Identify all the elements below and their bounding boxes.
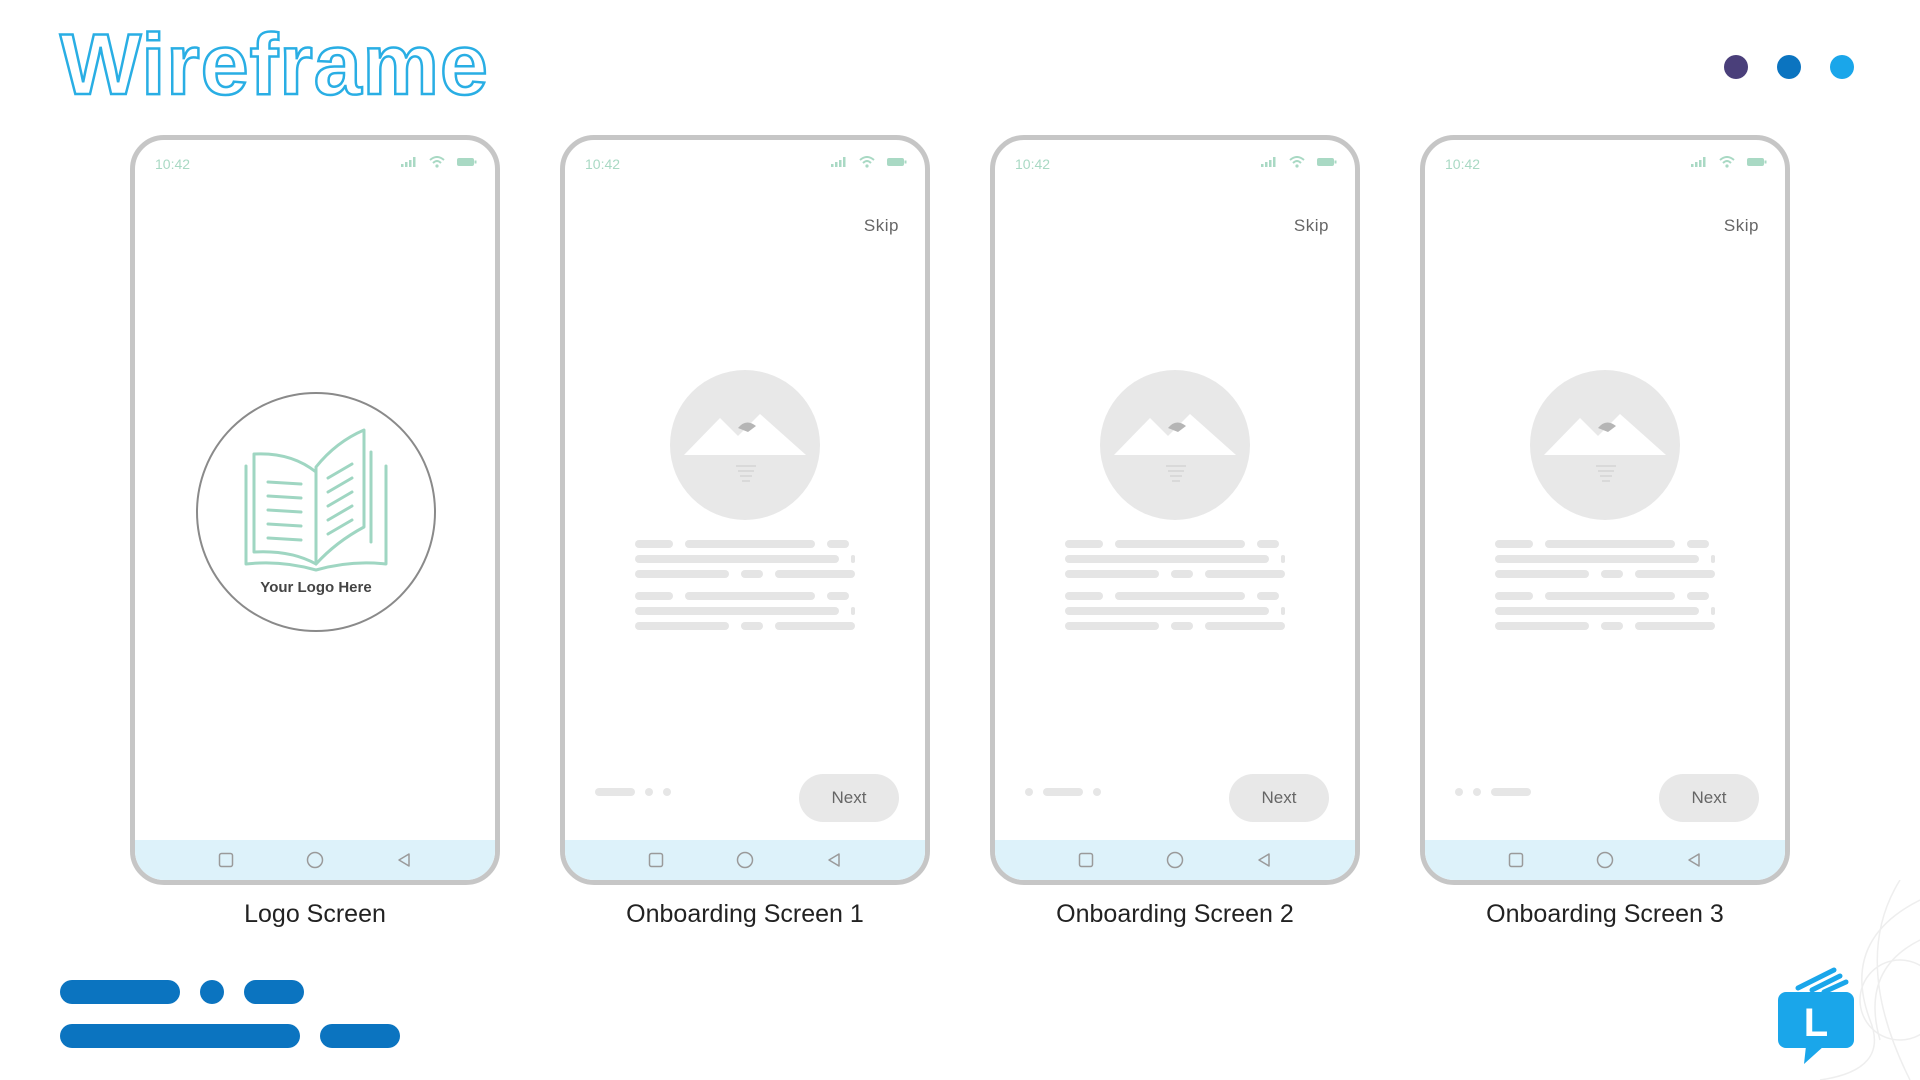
phone-caption: Logo Screen — [244, 900, 386, 928]
back-icon[interactable] — [1256, 852, 1272, 868]
signal-icon — [1261, 157, 1276, 167]
wifi-icon — [429, 156, 445, 168]
status-bar: 10:42 — [155, 156, 477, 174]
status-time: 10:42 — [1445, 156, 1481, 172]
home-icon[interactable] — [736, 851, 754, 869]
deco-bar — [60, 980, 180, 1004]
home-icon[interactable] — [1166, 851, 1184, 869]
status-time: 10:42 — [155, 156, 191, 172]
recent-apps-icon[interactable] — [1508, 852, 1524, 868]
deco-bar — [320, 1024, 400, 1048]
recent-apps-icon[interactable] — [218, 852, 234, 868]
status-time: 10:42 — [585, 156, 621, 172]
skip-link[interactable]: Skip — [1724, 216, 1759, 236]
back-icon[interactable] — [826, 852, 842, 868]
phone-onboarding-3: 10:42 Skip Next Onboarding Screen 3 — [1420, 135, 1790, 928]
phone-onboarding-2: 10:42 Skip Next Onboarding Screen 2 — [990, 135, 1360, 928]
text-placeholder — [1065, 540, 1285, 644]
phone-frame: 10:42 Your Logo Here — [130, 135, 500, 885]
system-nav-bar — [995, 840, 1355, 880]
logo-placeholder: Your Logo Here — [196, 392, 436, 632]
phone-frame: 10:42 Skip Next — [990, 135, 1360, 885]
chat-bubble-logo-icon: L — [1778, 967, 1854, 1064]
next-button[interactable]: Next — [1229, 774, 1329, 822]
phone-onboarding-1: 10:42 Skip Next Onboarding Screen 1 — [560, 135, 930, 928]
home-icon[interactable] — [306, 851, 324, 869]
recent-apps-icon[interactable] — [1078, 852, 1094, 868]
image-placeholder-icon — [670, 370, 820, 520]
page-indicator — [1025, 788, 1101, 796]
text-placeholder — [1495, 540, 1715, 644]
phone-frame: 10:42 Skip Next — [1420, 135, 1790, 885]
battery-icon — [457, 158, 477, 166]
status-bar: 10:42 — [1015, 156, 1337, 174]
status-bar: 10:42 — [585, 156, 907, 174]
image-placeholder-icon — [1530, 370, 1680, 520]
phone-frame: 10:42 Skip Next — [560, 135, 930, 885]
phone-caption: Onboarding Screen 3 — [1486, 900, 1724, 928]
status-time: 10:42 — [1015, 156, 1051, 172]
logo-placeholder-text: Your Logo Here — [260, 579, 372, 596]
deco-bar — [60, 1024, 300, 1048]
wifi-icon — [1289, 156, 1305, 168]
system-nav-bar — [135, 840, 495, 880]
next-button[interactable]: Next — [1659, 774, 1759, 822]
phone-caption: Onboarding Screen 1 — [626, 900, 864, 928]
page-indicator — [1455, 788, 1531, 796]
phone-logo-screen: 10:42 Your Logo Here Logo Screen — [130, 135, 500, 928]
battery-icon — [1317, 158, 1337, 166]
wifi-icon — [1719, 156, 1735, 168]
deco-bar — [244, 980, 304, 1004]
recent-apps-icon[interactable] — [648, 852, 664, 868]
back-icon[interactable] — [396, 852, 412, 868]
page-indicator — [595, 788, 671, 796]
home-icon[interactable] — [1596, 851, 1614, 869]
wifi-icon — [859, 156, 875, 168]
skip-link[interactable]: Skip — [864, 216, 899, 236]
open-book-icon — [244, 428, 388, 572]
back-icon[interactable] — [1686, 852, 1702, 868]
skip-link[interactable]: Skip — [1294, 216, 1329, 236]
system-nav-bar — [1425, 840, 1785, 880]
status-bar: 10:42 — [1445, 156, 1767, 174]
brand-letter: L — [1804, 1001, 1828, 1045]
system-nav-bar — [565, 840, 925, 880]
signal-icon — [1691, 157, 1706, 167]
battery-icon — [887, 158, 907, 166]
phone-caption: Onboarding Screen 2 — [1056, 900, 1294, 928]
image-placeholder-icon — [1100, 370, 1250, 520]
signal-icon — [831, 157, 846, 167]
deco-dot — [200, 980, 224, 1004]
battery-icon — [1747, 158, 1767, 166]
next-button[interactable]: Next — [799, 774, 899, 822]
signal-icon — [401, 157, 416, 167]
text-placeholder — [635, 540, 855, 644]
